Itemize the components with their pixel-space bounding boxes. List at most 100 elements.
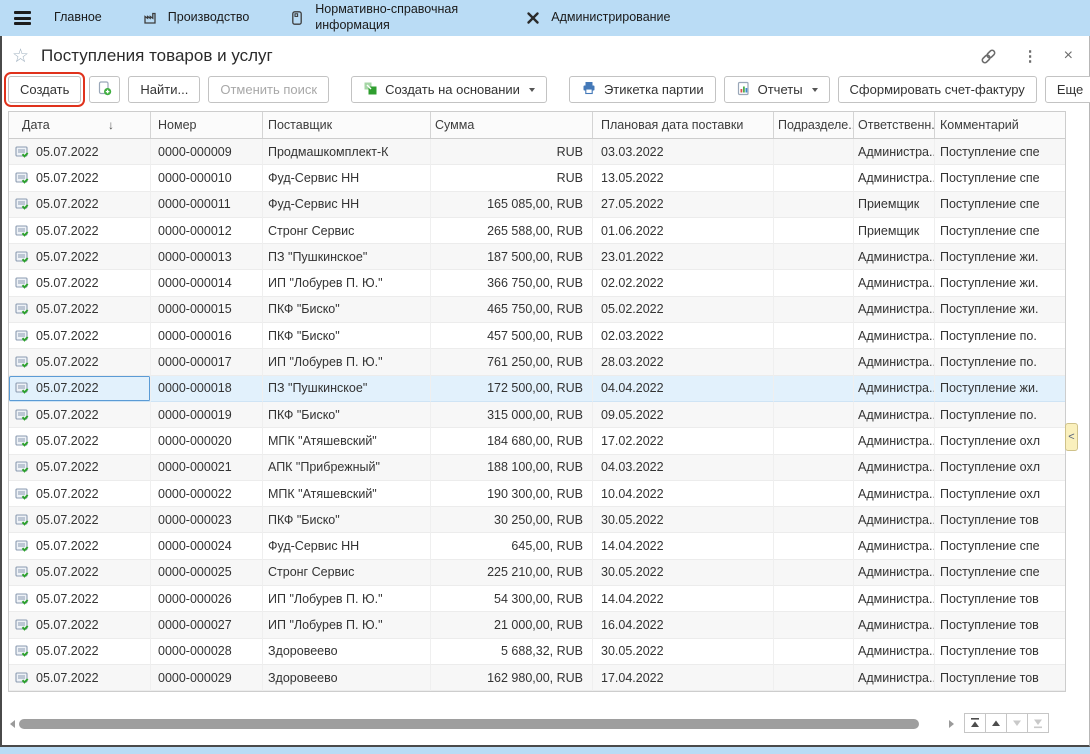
column-header-sum[interactable]: Сумма [431,112,593,138]
cell-sum: 172 500,00, RUB [431,376,593,402]
scroll-to-top-icon[interactable] [964,713,986,733]
table-row[interactable]: 05.07.2022 0000-000027 ИП "Лобурев П. Ю.… [9,612,1065,638]
cell-sum: 265 588,00, RUB [431,218,593,244]
cell-planned-date: 04.03.2022 [593,455,774,481]
scroll-up-icon[interactable] [985,713,1007,733]
more-button[interactable]: Еще [1045,76,1090,103]
cell-supplier: Фуд-Сервис НН [263,533,431,559]
cell-comment: Поступление жи. [935,376,1065,402]
table-row[interactable]: 05.07.2022 0000-000009 Продмашкомплект-К… [9,139,1065,165]
star-icon[interactable]: ☆ [12,47,29,66]
horizontal-scrollbar[interactable] [10,718,954,730]
cell-department [774,139,854,165]
table-row[interactable]: 05.07.2022 0000-000015 ПКФ "Биско" 465 7… [9,297,1065,323]
generate-invoice-button[interactable]: Сформировать счет-фактуру [838,76,1037,103]
table-row[interactable]: 05.07.2022 0000-000022 МПК "Атяшевский" … [9,481,1065,507]
menu-item-administration[interactable]: Администрирование [525,10,670,26]
cell-comment: Поступление по. [935,349,1065,375]
table-row[interactable]: 05.07.2022 0000-000019 ПКФ "Биско" 315 0… [9,402,1065,428]
table-row[interactable]: 05.07.2022 0000-000013 ПЗ "Пушкинское" 1… [9,244,1065,270]
scroll-left-icon[interactable] [10,720,15,728]
table-row[interactable]: 05.07.2022 0000-000010 Фуд-Сервис НН RUB… [9,165,1065,191]
tools-icon [525,10,541,26]
table-row[interactable]: 05.07.2022 0000-000026 ИП "Лобурев П. Ю.… [9,586,1065,612]
cell-department [774,376,854,402]
column-header-planned-date[interactable]: Плановая дата поставки [593,112,774,138]
cell-number: 0000-000016 [151,323,263,349]
cell-department [774,639,854,665]
posted-document-icon [15,197,29,211]
menu-item-main[interactable]: Главное [54,10,102,26]
scroll-to-bottom-icon[interactable] [1027,713,1049,733]
posted-document-icon [15,250,29,264]
report-chart-icon [736,81,751,99]
cell-sum: 188 100,00, RUB [431,455,593,481]
cell-comment: Поступление спе [935,139,1065,165]
kebab-icon[interactable]: ⋮ [1023,47,1038,65]
column-header-supplier[interactable]: Поставщик [263,112,431,138]
cell-date: 05.07.2022 [9,481,151,507]
cell-responsible: Администра... [854,139,935,165]
main-menu-icon[interactable] [14,11,31,25]
reports-button[interactable]: Отчеты [724,76,830,103]
cancel-search-button[interactable]: Отменить поиск [208,76,329,103]
cell-sum: 366 750,00, RUB [431,270,593,296]
cell-date: 05.07.2022 [9,402,151,428]
cell-sum: 190 300,00, RUB [431,481,593,507]
batch-label-button[interactable]: Этикетка партии [569,76,716,103]
posted-document-icon [15,460,29,474]
cell-department [774,349,854,375]
menu-item-reference-info[interactable]: Нормативно-справочная информация [289,2,485,33]
column-header-date[interactable]: Дата ↓ [9,112,151,138]
create-button[interactable]: Создать [8,76,81,103]
cell-comment: Поступление спе [935,218,1065,244]
table-row[interactable]: 05.07.2022 0000-000018 ПЗ "Пушкинское" 1… [9,376,1065,402]
table-row[interactable]: 05.07.2022 0000-000023 ПКФ "Биско" 30 25… [9,507,1065,533]
scroll-down-icon[interactable] [1006,713,1028,733]
menu-item-production[interactable]: Производство [142,10,250,26]
scroll-right-icon[interactable] [949,720,954,728]
table-row[interactable]: 05.07.2022 0000-000014 ИП "Лобурев П. Ю.… [9,270,1065,296]
cell-sum: 457 500,00, RUB [431,323,593,349]
cell-supplier: ИП "Лобурев П. Ю." [263,586,431,612]
table-row[interactable]: 05.07.2022 0000-000029 Здоровеево 162 98… [9,665,1065,691]
table-row[interactable]: 05.07.2022 0000-000012 Стронг Сервис 265… [9,218,1065,244]
posted-document-icon [15,355,29,369]
cell-department [774,560,854,586]
table-row[interactable]: 05.07.2022 0000-000021 АПК "Прибрежный" … [9,455,1065,481]
column-header-comment[interactable]: Комментарий [935,112,1065,138]
close-icon[interactable]: × [1064,47,1073,65]
side-panel-expander[interactable]: < [1065,423,1078,451]
find-button[interactable]: Найти... [128,76,200,103]
column-header-responsible[interactable]: Ответственн... [854,112,935,138]
create-based-on-button[interactable]: Создать на основании [351,76,547,103]
cell-responsible: Администра... [854,270,935,296]
link-icon[interactable] [980,48,997,65]
page-title: Поступления товаров и услуг [41,46,273,66]
cell-planned-date: 30.05.2022 [593,507,774,533]
table-row[interactable]: 05.07.2022 0000-000024 Фуд-Сервис НН 645… [9,533,1065,559]
posted-document-icon [15,276,29,290]
table-row[interactable]: 05.07.2022 0000-000011 Фуд-Сервис НН 165… [9,192,1065,218]
table-row[interactable]: 05.07.2022 0000-000017 ИП "Лобурев П. Ю.… [9,349,1065,375]
title-row: ☆ Поступления товаров и услуг ⋮ × [2,36,1089,70]
column-header-number[interactable]: Номер [151,112,263,138]
cell-supplier: Здоровеево [263,639,431,665]
scrollbar-thumb[interactable] [19,719,919,729]
table-row[interactable]: 05.07.2022 0000-000020 МПК "Атяшевский" … [9,428,1065,454]
column-header-department[interactable]: Подразделе... [774,112,854,138]
table-row[interactable]: 05.07.2022 0000-000025 Стронг Сервис 225… [9,560,1065,586]
cell-comment: Поступление жи. [935,297,1065,323]
new-document-button[interactable] [89,76,120,103]
cell-supplier: ПЗ "Пушкинское" [263,376,431,402]
table-row[interactable]: 05.07.2022 0000-000028 Здоровеево 5 688,… [9,639,1065,665]
cell-supplier: Здоровеево [263,665,431,691]
cell-planned-date: 14.04.2022 [593,533,774,559]
cell-department [774,297,854,323]
cell-number: 0000-000015 [151,297,263,323]
window-bottom-strip [0,747,1090,754]
cell-sum: 187 500,00, RUB [431,244,593,270]
cell-date: 05.07.2022 [9,270,151,296]
cell-date: 05.07.2022 [9,665,151,691]
table-row[interactable]: 05.07.2022 0000-000016 ПКФ "Биско" 457 5… [9,323,1065,349]
